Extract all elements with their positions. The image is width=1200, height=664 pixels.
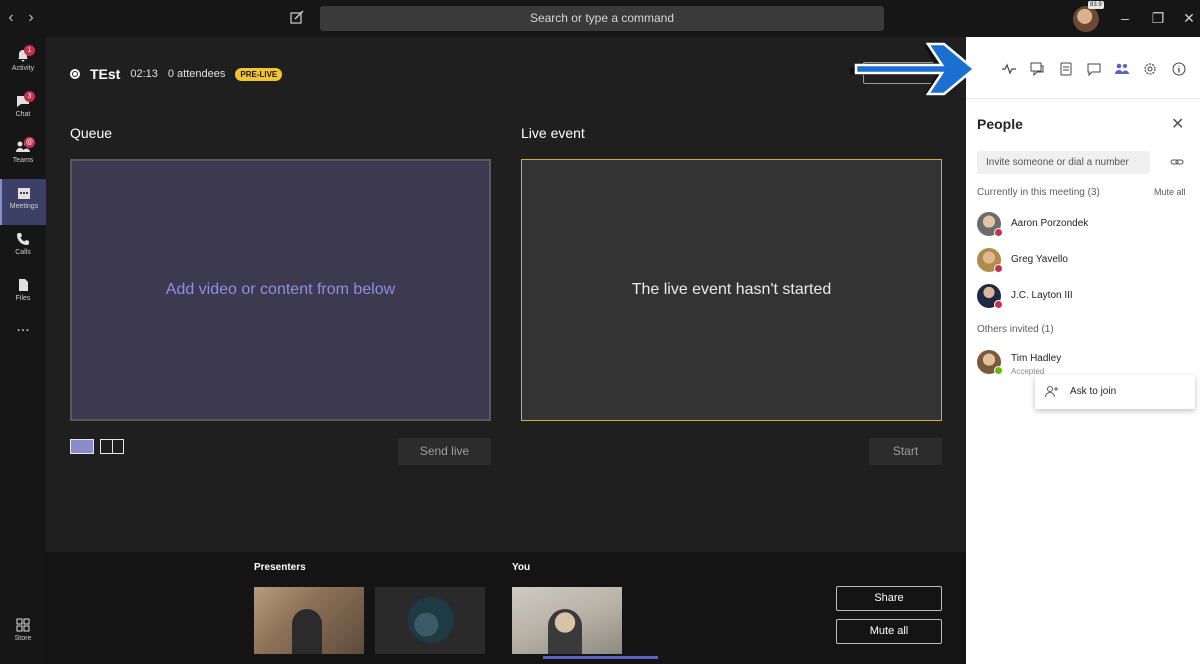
queue-placeholder: Add video or content from below (74, 163, 487, 417)
invited-header: Others invited (1) (977, 324, 1054, 335)
event-title: TEst (90, 66, 121, 82)
compose-icon[interactable] (289, 9, 305, 25)
rail-label: Chat (15, 111, 31, 118)
notes-icon[interactable] (1058, 61, 1074, 77)
send-live-button[interactable]: Send live (398, 438, 491, 465)
mute-all-link[interactable]: Mute all (1154, 187, 1186, 197)
forward-arrow-icon[interactable]: › (22, 9, 40, 27)
ask-to-join-menu: Ask to join (1035, 375, 1195, 409)
record-icon (70, 69, 80, 79)
teams-window: ‹ › Search or type a command 83.9 – ❐ ✕ … (0, 0, 1200, 664)
participant-name: Tim Hadley (1011, 353, 1062, 364)
queue-title: Queue (70, 125, 113, 141)
current-header: Currently in this meeting (3) (977, 187, 1100, 198)
rail-label: Store (14, 635, 32, 642)
event-timer: 02:13 (130, 68, 158, 80)
rail-label: Activity (11, 65, 35, 72)
mute-all-button[interactable]: Mute all (836, 619, 942, 644)
split-layout-icon[interactable] (100, 439, 124, 454)
chat-badge: 3 (24, 91, 35, 102)
back-arrow-icon[interactable]: ‹ (2, 9, 20, 27)
panel-toolbar (966, 37, 1200, 99)
info-icon[interactable] (1171, 61, 1187, 77)
more-icon: ... (16, 318, 30, 335)
rail-item-meetings[interactable]: Meetings (0, 179, 46, 225)
participant-greg[interactable]: Greg Yavello (977, 248, 1192, 274)
participant-name: Greg Yavello (1011, 254, 1068, 265)
participant-name: Aaron Porzondek (1011, 218, 1089, 229)
event-header: TEst 02:13 0 attendees PRE-LIVE (70, 65, 283, 83)
people-icon[interactable] (1114, 61, 1130, 77)
add-person-icon (1045, 386, 1058, 398)
title-bar: ‹ › Search or type a command 83.9 – ❐ ✕ (0, 0, 1200, 37)
rail-label: Meetings (9, 203, 39, 210)
file-icon (19, 279, 28, 291)
status-badge: PRE-LIVE (235, 67, 283, 81)
presenter-video-1[interactable] (254, 587, 364, 654)
rail-label: Teams (12, 157, 34, 164)
people-panel: People ✕ Invite someone or dial a number… (966, 37, 1200, 664)
rail-item-teams[interactable]: Teams @ (0, 133, 46, 179)
rail-item-store[interactable]: Store (0, 611, 46, 657)
ask-to-join-item[interactable]: Ask to join (1070, 386, 1116, 397)
people-title: People (977, 116, 1023, 132)
rail-item-files[interactable]: Files (0, 271, 46, 317)
attendee-count: 0 attendees (167, 68, 226, 80)
participant-name: J.C. Layton III (1011, 290, 1073, 301)
settings-icon[interactable] (1142, 61, 1158, 77)
self-video[interactable] (512, 587, 622, 654)
health-icon[interactable] (1001, 61, 1017, 77)
minimize-icon[interactable]: – (1116, 9, 1134, 27)
rail-label: Calls (15, 249, 31, 256)
user-badge: 83.9 (1088, 1, 1104, 9)
single-layout-icon[interactable] (70, 439, 94, 454)
link-icon[interactable] (1169, 154, 1185, 170)
rail-item-calls[interactable]: Calls (0, 225, 46, 271)
app-rail: Activity 1 Chat 3 Teams @ Meetings Calls… (0, 37, 46, 664)
live-stage: The live event hasn't started (521, 159, 942, 421)
rail-item-activity[interactable]: Activity 1 (0, 41, 46, 87)
activity-badge: 1 (24, 45, 35, 56)
scroll-indicator[interactable] (543, 656, 658, 659)
presenters-label: Presenters (254, 562, 306, 573)
participant-aaron[interactable]: Aaron Porzondek (977, 212, 1192, 238)
status-dot (994, 300, 1003, 309)
rail-item-more[interactable]: ... (0, 318, 46, 367)
status-dot (994, 228, 1003, 237)
producer-view: TEst 02:13 0 attendees PRE-LIVE Queue Li… (46, 37, 966, 552)
close-window-icon[interactable]: ✕ (1180, 9, 1198, 27)
start-button[interactable]: Start (869, 438, 942, 465)
user-avatar[interactable] (1073, 6, 1099, 32)
qna-icon[interactable] (1029, 61, 1045, 77)
restore-icon[interactable]: ❐ (1149, 9, 1167, 27)
status-dot (994, 264, 1003, 273)
chat-panel-icon[interactable] (1086, 61, 1102, 77)
participant-jc[interactable]: J.C. Layton III (977, 284, 1192, 310)
share-button[interactable]: Share (836, 586, 942, 611)
live-message: The live event hasn't started (525, 163, 938, 417)
rail-label: Files (15, 295, 31, 302)
sources-strip: Presenters You Share Mute all (46, 552, 966, 664)
teams-badge: @ (24, 137, 35, 148)
rail-item-chat[interactable]: Chat 3 (0, 87, 46, 133)
status-dot (994, 366, 1003, 375)
annotation-arrow-icon (850, 42, 976, 96)
you-label: You (512, 562, 531, 573)
calendar-icon (18, 188, 30, 199)
close-panel-icon[interactable]: ✕ (1171, 114, 1184, 134)
participant-tim[interactable]: Tim Hadley Accepted (977, 350, 1192, 376)
search-input[interactable]: Search or type a command (320, 6, 884, 31)
presenter-video-2[interactable] (375, 587, 485, 654)
invite-input[interactable]: Invite someone or dial a number (977, 151, 1150, 174)
queue-stage[interactable]: Add video or content from below (70, 159, 491, 421)
store-icon (16, 618, 30, 632)
live-event-title: Live event (521, 125, 585, 141)
phone-icon (17, 233, 29, 245)
